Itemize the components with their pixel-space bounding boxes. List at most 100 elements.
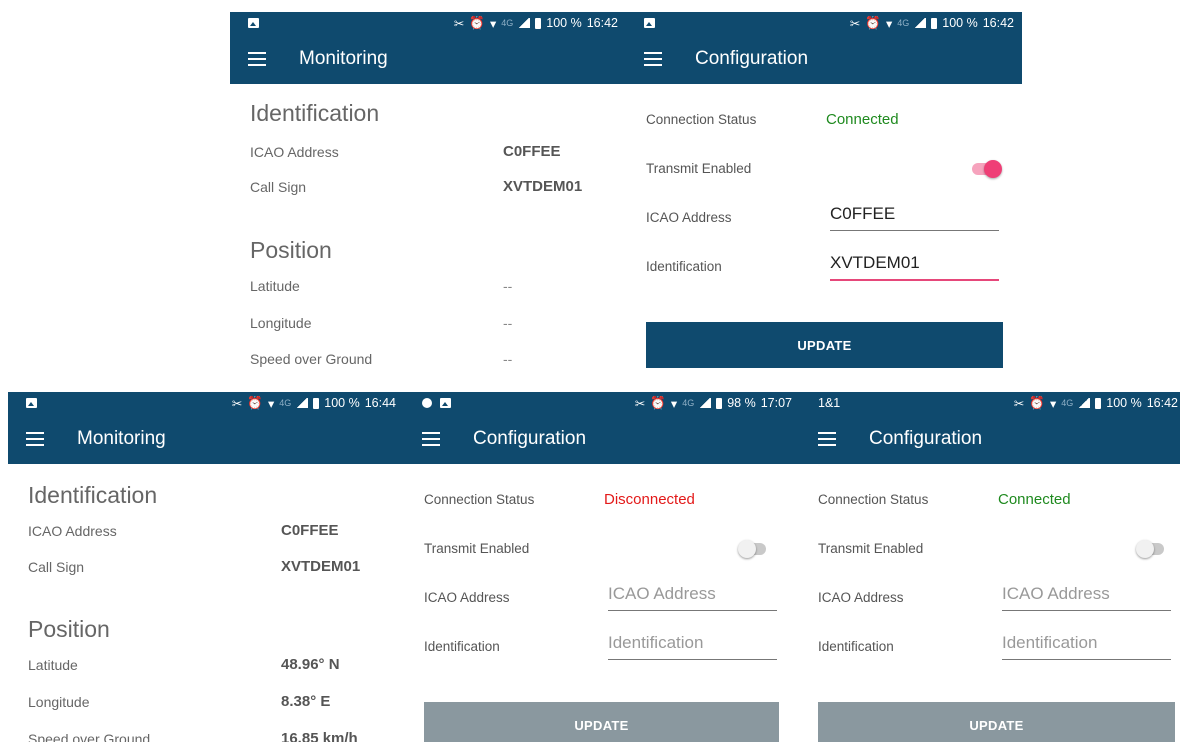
- status-bar: ✂ ⏰ ▾ 4G 100 % 16:44: [8, 392, 404, 414]
- menu-icon[interactable]: [248, 52, 266, 66]
- notification-dot-icon: [422, 398, 432, 408]
- menu-icon[interactable]: [644, 52, 662, 66]
- identification-input[interactable]: [608, 629, 777, 657]
- update-button[interactable]: UPDATE: [424, 702, 779, 742]
- clock: 17:07: [760, 396, 792, 410]
- icao-address-field[interactable]: [1002, 580, 1171, 611]
- icao-address-input[interactable]: [608, 580, 777, 608]
- tools-icon: ✂: [634, 396, 646, 411]
- longitude-label: Longitude: [28, 694, 90, 710]
- battery-level: 100 %: [324, 396, 360, 410]
- icao-address-value: C0FFEE: [503, 143, 561, 160]
- identification-input[interactable]: [1002, 629, 1171, 657]
- speed-over-ground-value: --: [503, 351, 513, 367]
- battery-level: 100 %: [942, 16, 978, 30]
- network-type: 4G: [279, 398, 292, 408]
- wifi-icon: ▾: [670, 396, 678, 411]
- longitude-value: 8.38° E: [281, 693, 331, 710]
- connection-status-label: Connection Status: [818, 492, 929, 507]
- battery-icon: [931, 17, 938, 29]
- tools-icon: ✂: [453, 16, 465, 31]
- identification-field[interactable]: [1002, 629, 1171, 660]
- menu-icon[interactable]: [818, 432, 836, 446]
- transmit-enabled-label: Transmit Enabled: [424, 541, 530, 556]
- connection-status-value: Connected: [826, 111, 899, 128]
- signal-icon: [1078, 398, 1091, 408]
- call-sign-value: XVTDEM01: [281, 558, 361, 575]
- menu-icon[interactable]: [422, 432, 440, 446]
- image-notification-icon: [248, 18, 259, 28]
- image-notification-icon: [440, 398, 451, 408]
- network-type: 4G: [1061, 398, 1074, 408]
- alarm-icon: ⏰: [1029, 395, 1045, 410]
- alarm-icon: ⏰: [469, 15, 485, 30]
- alarm-icon: ⏰: [650, 395, 666, 410]
- menu-icon[interactable]: [26, 432, 44, 446]
- tools-icon: ✂: [849, 16, 861, 31]
- clock: 16:42: [586, 16, 618, 30]
- icao-address-label: ICAO Address: [28, 523, 117, 539]
- transmit-enabled-toggle[interactable]: [1136, 540, 1166, 558]
- wifi-icon: ▾: [885, 16, 893, 31]
- latitude-value: 48.96° N: [281, 656, 340, 673]
- signal-icon: [296, 398, 309, 408]
- icao-address-field[interactable]: [830, 200, 999, 231]
- app-bar: Monitoring: [8, 414, 404, 464]
- battery-level: 100 %: [1106, 396, 1142, 410]
- speed-over-ground-label: Speed over Ground: [28, 731, 151, 742]
- wifi-icon: ▾: [267, 396, 275, 411]
- page-title: Monitoring: [77, 428, 166, 449]
- transmit-enabled-label: Transmit Enabled: [818, 541, 924, 556]
- configuration-screen-top: ✂ ⏰ ▾ 4G 100 % 16:42 Configuration Conne…: [626, 12, 1022, 384]
- icao-address-label: ICAO Address: [250, 144, 339, 160]
- update-button[interactable]: UPDATE: [646, 322, 1003, 368]
- icao-address-label: ICAO Address: [818, 590, 904, 605]
- page-title: Configuration: [473, 428, 587, 449]
- page-title: Monitoring: [299, 48, 388, 69]
- wifi-icon: ▾: [489, 16, 497, 31]
- longitude-value: --: [503, 315, 513, 331]
- identification-heading: Identification: [28, 482, 158, 508]
- wifi-icon: ▾: [1049, 396, 1057, 411]
- connection-status-label: Connection Status: [646, 112, 757, 127]
- tools-icon: ✂: [1013, 396, 1025, 411]
- icao-address-input[interactable]: [830, 200, 999, 228]
- tools-icon: ✂: [231, 396, 243, 411]
- clock: 16:44: [364, 396, 396, 410]
- app-bar: Monitoring: [230, 34, 626, 84]
- longitude-label: Longitude: [250, 315, 312, 331]
- identification-field[interactable]: [830, 249, 999, 281]
- battery-level: 100 %: [546, 16, 582, 30]
- app-bar: Configuration: [800, 414, 1180, 464]
- transmit-enabled-toggle[interactable]: [738, 540, 768, 558]
- battery-icon: [1095, 397, 1102, 409]
- icao-address-value: C0FFEE: [281, 522, 339, 539]
- position-heading: Position: [250, 237, 332, 263]
- clock: 16:42: [1146, 396, 1178, 410]
- network-type: 4G: [897, 18, 910, 28]
- position-heading: Position: [28, 616, 110, 642]
- signal-icon: [914, 18, 927, 28]
- battery-icon: [313, 397, 320, 409]
- identification-input[interactable]: [830, 249, 999, 277]
- icao-address-label: ICAO Address: [424, 590, 510, 605]
- transmit-enabled-label: Transmit Enabled: [646, 161, 752, 176]
- identification-field[interactable]: [608, 629, 777, 660]
- network-type: 4G: [682, 398, 695, 408]
- icao-address-input[interactable]: [1002, 580, 1171, 608]
- clock: 16:42: [982, 16, 1014, 30]
- icao-address-field[interactable]: [608, 580, 777, 611]
- transmit-enabled-toggle[interactable]: [972, 160, 1002, 178]
- monitoring-screen-top: ✂ ⏰ ▾ 4G 100 % 16:42 Monitoring Identifi…: [230, 12, 626, 384]
- image-notification-icon: [644, 18, 655, 28]
- latitude-label: Latitude: [28, 657, 78, 673]
- monitoring-screen-bottom: ✂ ⏰ ▾ 4G 100 % 16:44 Monitoring Identifi…: [8, 392, 404, 742]
- connection-status-value: Disconnected: [604, 491, 695, 508]
- alarm-icon: ⏰: [247, 395, 263, 410]
- identification-label: Identification: [818, 639, 894, 654]
- configuration-screen-disconnected: ✂ ⏰ ▾ 4G 98 % 17:07 Configuration Connec…: [404, 392, 800, 742]
- identification-label: Identification: [646, 259, 722, 274]
- page-title: Configuration: [869, 428, 983, 449]
- call-sign-label: Call Sign: [250, 179, 307, 195]
- update-button[interactable]: UPDATE: [818, 702, 1175, 742]
